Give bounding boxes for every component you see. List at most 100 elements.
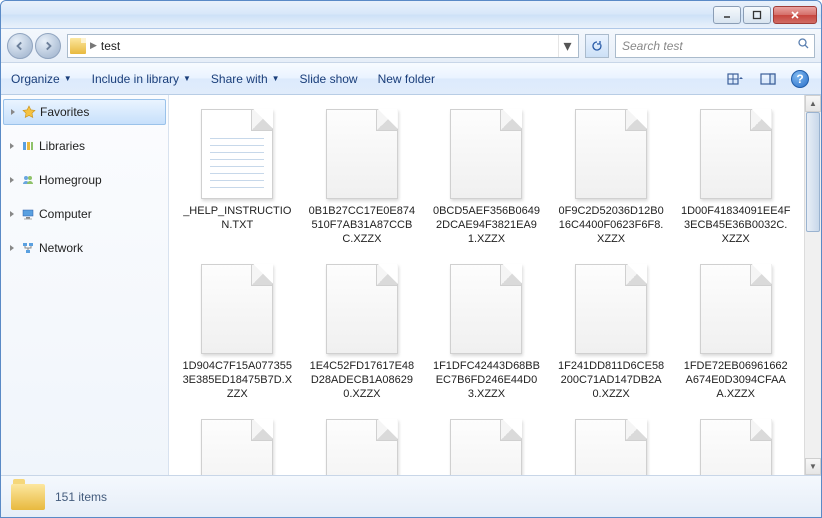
- breadcrumb-separator-icon: ▶: [90, 40, 97, 51]
- expand-icon: [8, 107, 18, 117]
- sidebar-item-network[interactable]: Network: [1, 235, 168, 261]
- new-folder-button[interactable]: New folder: [378, 72, 435, 86]
- chevron-down-icon: ▼: [183, 74, 191, 83]
- forward-button[interactable]: [35, 33, 61, 59]
- text-file-icon: [201, 109, 273, 199]
- file-item[interactable]: [673, 415, 798, 475]
- status-text: 151 items: [55, 490, 107, 504]
- file-item[interactable]: [424, 415, 549, 475]
- file-item[interactable]: 1D904C7F15A0773553E385ED18475B7D.XZZX: [175, 260, 300, 415]
- file-item[interactable]: 0F9C2D52036D12B016C4400F0623F6F8.XZZX: [549, 105, 674, 260]
- chevron-down-icon: ▼: [64, 74, 72, 83]
- file-item[interactable]: 1FDE72EB06961662A674E0D3094CFAAA.XZZX: [673, 260, 798, 415]
- blank-file-icon: [201, 264, 273, 354]
- titlebar: [1, 1, 821, 29]
- folder-icon: [70, 38, 86, 54]
- search-box[interactable]: [615, 34, 815, 58]
- back-button[interactable]: [7, 33, 33, 59]
- refresh-button[interactable]: [585, 34, 609, 58]
- file-item[interactable]: 1D00F41834091EE4F3ECB45E36B0032C.XZZX: [673, 105, 798, 260]
- file-item[interactable]: 1F241DD811D6CE58200C71AD147DB2A0.XZZX: [549, 260, 674, 415]
- file-name: 1D00F41834091EE4F3ECB45E36B0032C.XZZX: [681, 205, 791, 246]
- share-with-menu[interactable]: Share with ▼: [211, 72, 280, 86]
- blank-file-icon: [450, 109, 522, 199]
- scroll-thumb[interactable]: [806, 112, 820, 232]
- expand-icon: [7, 175, 17, 185]
- file-name: 1F241DD811D6CE58200C71AD147DB2A0.XZZX: [556, 360, 666, 401]
- organize-menu[interactable]: Organize ▼: [11, 72, 72, 86]
- sidebar-item-label: Computer: [39, 207, 92, 221]
- file-name: _HELP_INSTRUCTION.TXT: [182, 205, 292, 233]
- navbar: ▶ test ▾: [1, 29, 821, 63]
- vertical-scrollbar[interactable]: ▲ ▼: [804, 95, 821, 475]
- blank-file-icon: [326, 419, 398, 475]
- folder-icon: [11, 484, 45, 510]
- file-name: 1FDE72EB06961662A674E0D3094CFAAA.XZZX: [681, 360, 791, 401]
- file-item[interactable]: [549, 415, 674, 475]
- network-icon: [21, 241, 35, 255]
- files-grid: _HELP_INSTRUCTION.TXT 0B1B27CC17E0E874510…: [169, 95, 804, 475]
- expand-icon: [7, 141, 17, 151]
- file-item[interactable]: 0BCD5AEF356B06492DCAE94F3821EA91.XZZX: [424, 105, 549, 260]
- sidebar-item-label: Libraries: [39, 139, 85, 153]
- explorer-window: ▶ test ▾ Organize ▼ Include in library ▼…: [0, 0, 822, 518]
- include-in-library-menu[interactable]: Include in library ▼: [92, 72, 191, 86]
- navigation-pane: Favorites Libraries Homegroup Computer N: [1, 95, 169, 475]
- file-item[interactable]: 0B1B27CC17E0E874510F7AB31A87CCBC.XZZX: [300, 105, 425, 260]
- blank-file-icon: [450, 264, 522, 354]
- sidebar-item-computer[interactable]: Computer: [1, 201, 168, 227]
- file-item[interactable]: 1F1DFC42443D68BBEC7B6FD246E44D03.XZZX: [424, 260, 549, 415]
- blank-file-icon: [700, 419, 772, 475]
- address-folder: test: [101, 39, 120, 53]
- file-item[interactable]: [300, 415, 425, 475]
- file-name: 1D904C7F15A0773553E385ED18475B7D.XZZX: [182, 360, 292, 401]
- file-name: 1E4C52FD17617E48D28ADECB1A086290.XZZX: [307, 360, 417, 401]
- file-name: 1F1DFC42443D68BBEC7B6FD246E44D03.XZZX: [431, 360, 541, 401]
- blank-file-icon: [326, 109, 398, 199]
- address-dropdown-icon[interactable]: ▾: [558, 35, 576, 57]
- content-area: _HELP_INSTRUCTION.TXT 0B1B27CC17E0E874510…: [169, 95, 821, 475]
- slide-show-button[interactable]: Slide show: [300, 72, 358, 86]
- computer-icon: [21, 207, 35, 221]
- maximize-button[interactable]: [743, 6, 771, 24]
- preview-pane-button[interactable]: [757, 68, 779, 90]
- scroll-down-button[interactable]: ▼: [805, 458, 821, 475]
- blank-file-icon: [326, 264, 398, 354]
- view-options-button[interactable]: [725, 68, 747, 90]
- minimize-button[interactable]: [713, 6, 741, 24]
- search-input[interactable]: [622, 39, 797, 53]
- chevron-down-icon: ▼: [272, 74, 280, 83]
- sidebar-item-favorites[interactable]: Favorites: [3, 99, 166, 125]
- blank-file-icon: [450, 419, 522, 475]
- homegroup-icon: [21, 173, 35, 187]
- help-button[interactable]: ?: [789, 68, 811, 90]
- search-icon: [797, 37, 810, 55]
- blank-file-icon: [575, 264, 647, 354]
- file-item[interactable]: 1E4C52FD17617E48D28ADECB1A086290.XZZX: [300, 260, 425, 415]
- sidebar-item-label: Network: [39, 241, 83, 255]
- blank-file-icon: [575, 109, 647, 199]
- scroll-track[interactable]: [805, 112, 821, 458]
- sidebar-item-label: Homegroup: [39, 173, 102, 187]
- blank-file-icon: [700, 264, 772, 354]
- sidebar-item-label: Favorites: [40, 105, 89, 119]
- file-name: 0F9C2D52036D12B016C4400F0623F6F8.XZZX: [556, 205, 666, 246]
- scroll-up-button[interactable]: ▲: [805, 95, 821, 112]
- sidebar-item-homegroup[interactable]: Homegroup: [1, 167, 168, 193]
- close-button[interactable]: [773, 6, 817, 24]
- blank-file-icon: [575, 419, 647, 475]
- file-name: 0BCD5AEF356B06492DCAE94F3821EA91.XZZX: [431, 205, 541, 246]
- expand-icon: [7, 243, 17, 253]
- address-bar[interactable]: ▶ test ▾: [67, 34, 579, 58]
- status-bar: 151 items: [1, 475, 821, 517]
- toolbar: Organize ▼ Include in library ▼ Share wi…: [1, 63, 821, 95]
- file-name: 0B1B27CC17E0E874510F7AB31A87CCBC.XZZX: [307, 205, 417, 246]
- expand-icon: [7, 209, 17, 219]
- sidebar-item-libraries[interactable]: Libraries: [1, 133, 168, 159]
- libraries-icon: [21, 139, 35, 153]
- file-item[interactable]: [175, 415, 300, 475]
- star-icon: [22, 105, 36, 119]
- blank-file-icon: [700, 109, 772, 199]
- file-item[interactable]: _HELP_INSTRUCTION.TXT: [175, 105, 300, 260]
- blank-file-icon: [201, 419, 273, 475]
